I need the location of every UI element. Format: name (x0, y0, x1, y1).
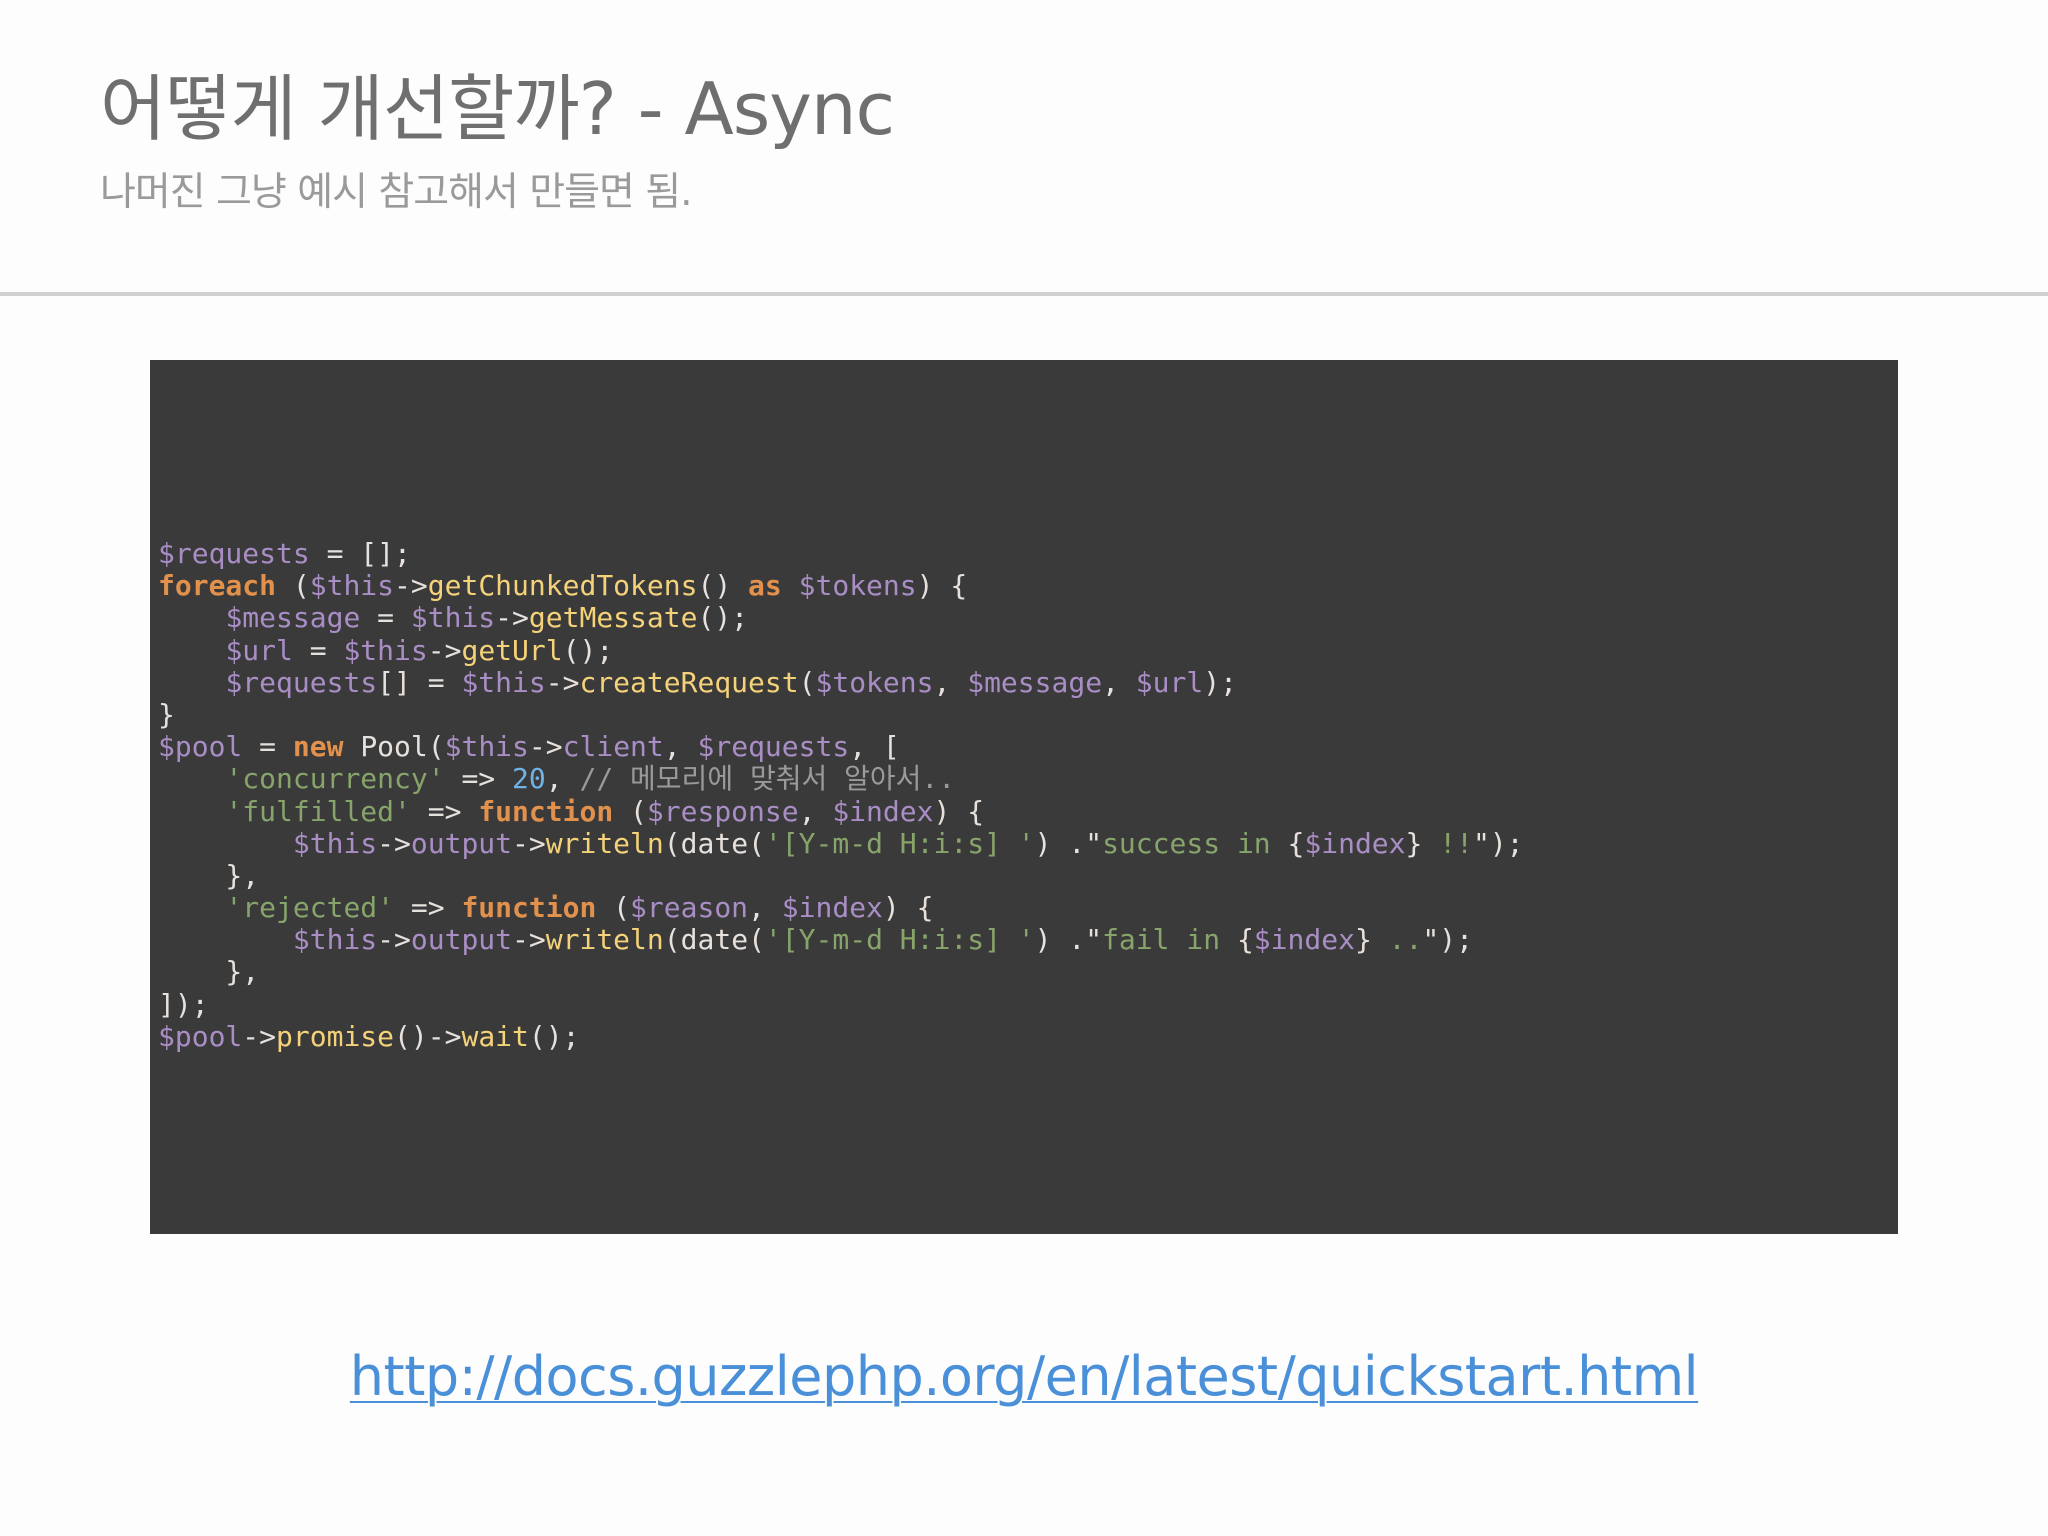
code-line-9: 'fulfilled' => function ($response, $ind… (225, 794, 985, 828)
code-line-16: $pool->promise()->wait(); (158, 1019, 580, 1053)
code-line-3: $message = $this->getMessate(); (225, 601, 749, 635)
code-line-13: $this->output->writeln(date('[Y-m-d H:i:… (292, 923, 1473, 957)
code-line-10: $this->output->writeln(date('[Y-m-d H:i:… (292, 826, 1524, 860)
code-line-8: 'concurrency' => 20, // 메모리에 맞춰서 알아서.. (225, 762, 956, 796)
code-line-11: }, (158, 858, 260, 892)
guzzle-docs-link[interactable]: http://docs.guzzlephp.org/en/latest/quic… (0, 1345, 2048, 1408)
code-panel: $requests = []; foreach ($this->getChunke… (150, 360, 1898, 1234)
code-line-6: } (158, 697, 175, 731)
slide-subtitle: 나머진 그냥 예시 참고해서 만들면 됨. (100, 170, 693, 215)
code-block: $requests = []; foreach ($this->getChunke… (158, 537, 1524, 1053)
slide-title: 어떻게 개선할까? - Async (100, 67, 895, 151)
code-line-5: $requests[] = $this->createRequest($toke… (225, 665, 1237, 699)
code-line-12: 'rejected' => function ($reason, $index)… (225, 891, 934, 925)
code-line-14: }, (158, 955, 260, 989)
code-line-2: foreach ($this->getChunkedTokens() as $t… (158, 569, 968, 603)
header-divider (0, 292, 2048, 296)
code-line-4: $url = $this->getUrl(); (225, 633, 614, 667)
code-line-15: ]); (158, 987, 209, 1021)
code-line-7: $pool = new Pool($this->client, $request… (158, 730, 900, 764)
code-line-1: $requests = []; (158, 537, 411, 570)
